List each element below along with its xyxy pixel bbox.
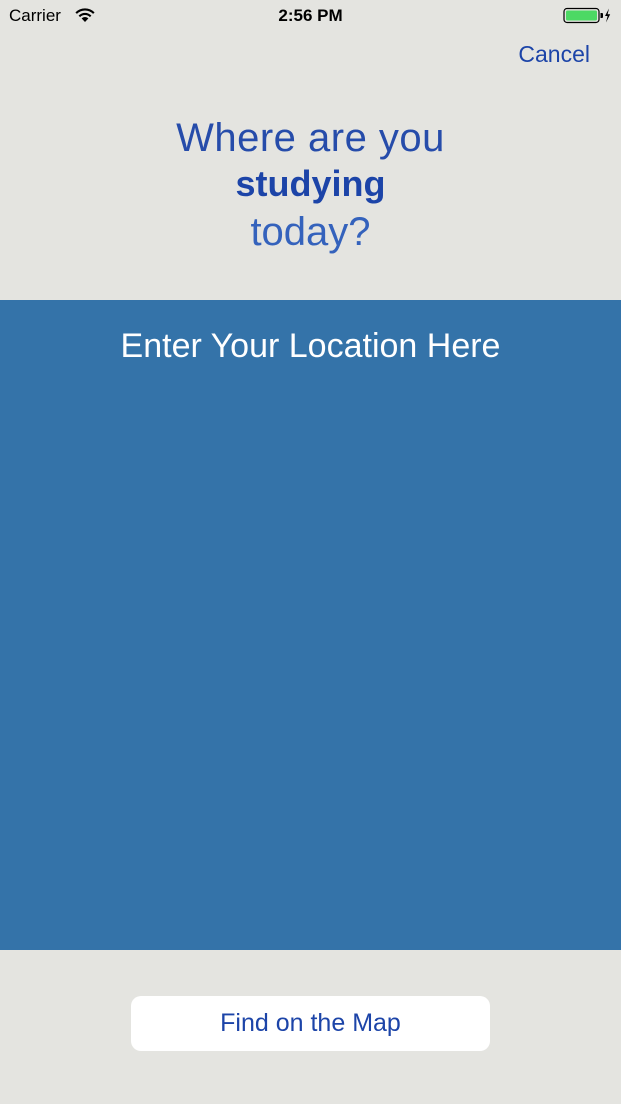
screen: Carrier 2:56 PM Cancel Where are you stu… xyxy=(0,0,621,1104)
battery-charging-icon xyxy=(563,7,611,24)
status-bar: Carrier 2:56 PM xyxy=(0,0,621,32)
question-heading: Where are you studying today? xyxy=(0,115,621,257)
question-line-3: today? xyxy=(250,210,371,254)
status-time: 2:56 PM xyxy=(278,6,343,25)
find-on-map-button[interactable]: Find on the Map xyxy=(131,996,490,1051)
location-input[interactable]: Enter Your Location Here xyxy=(0,300,621,950)
question-line-1: Where are you xyxy=(176,116,445,160)
location-placeholder: Enter Your Location Here xyxy=(120,327,501,365)
cancel-button[interactable]: Cancel xyxy=(518,40,590,68)
question-line-2: studying xyxy=(235,163,386,204)
